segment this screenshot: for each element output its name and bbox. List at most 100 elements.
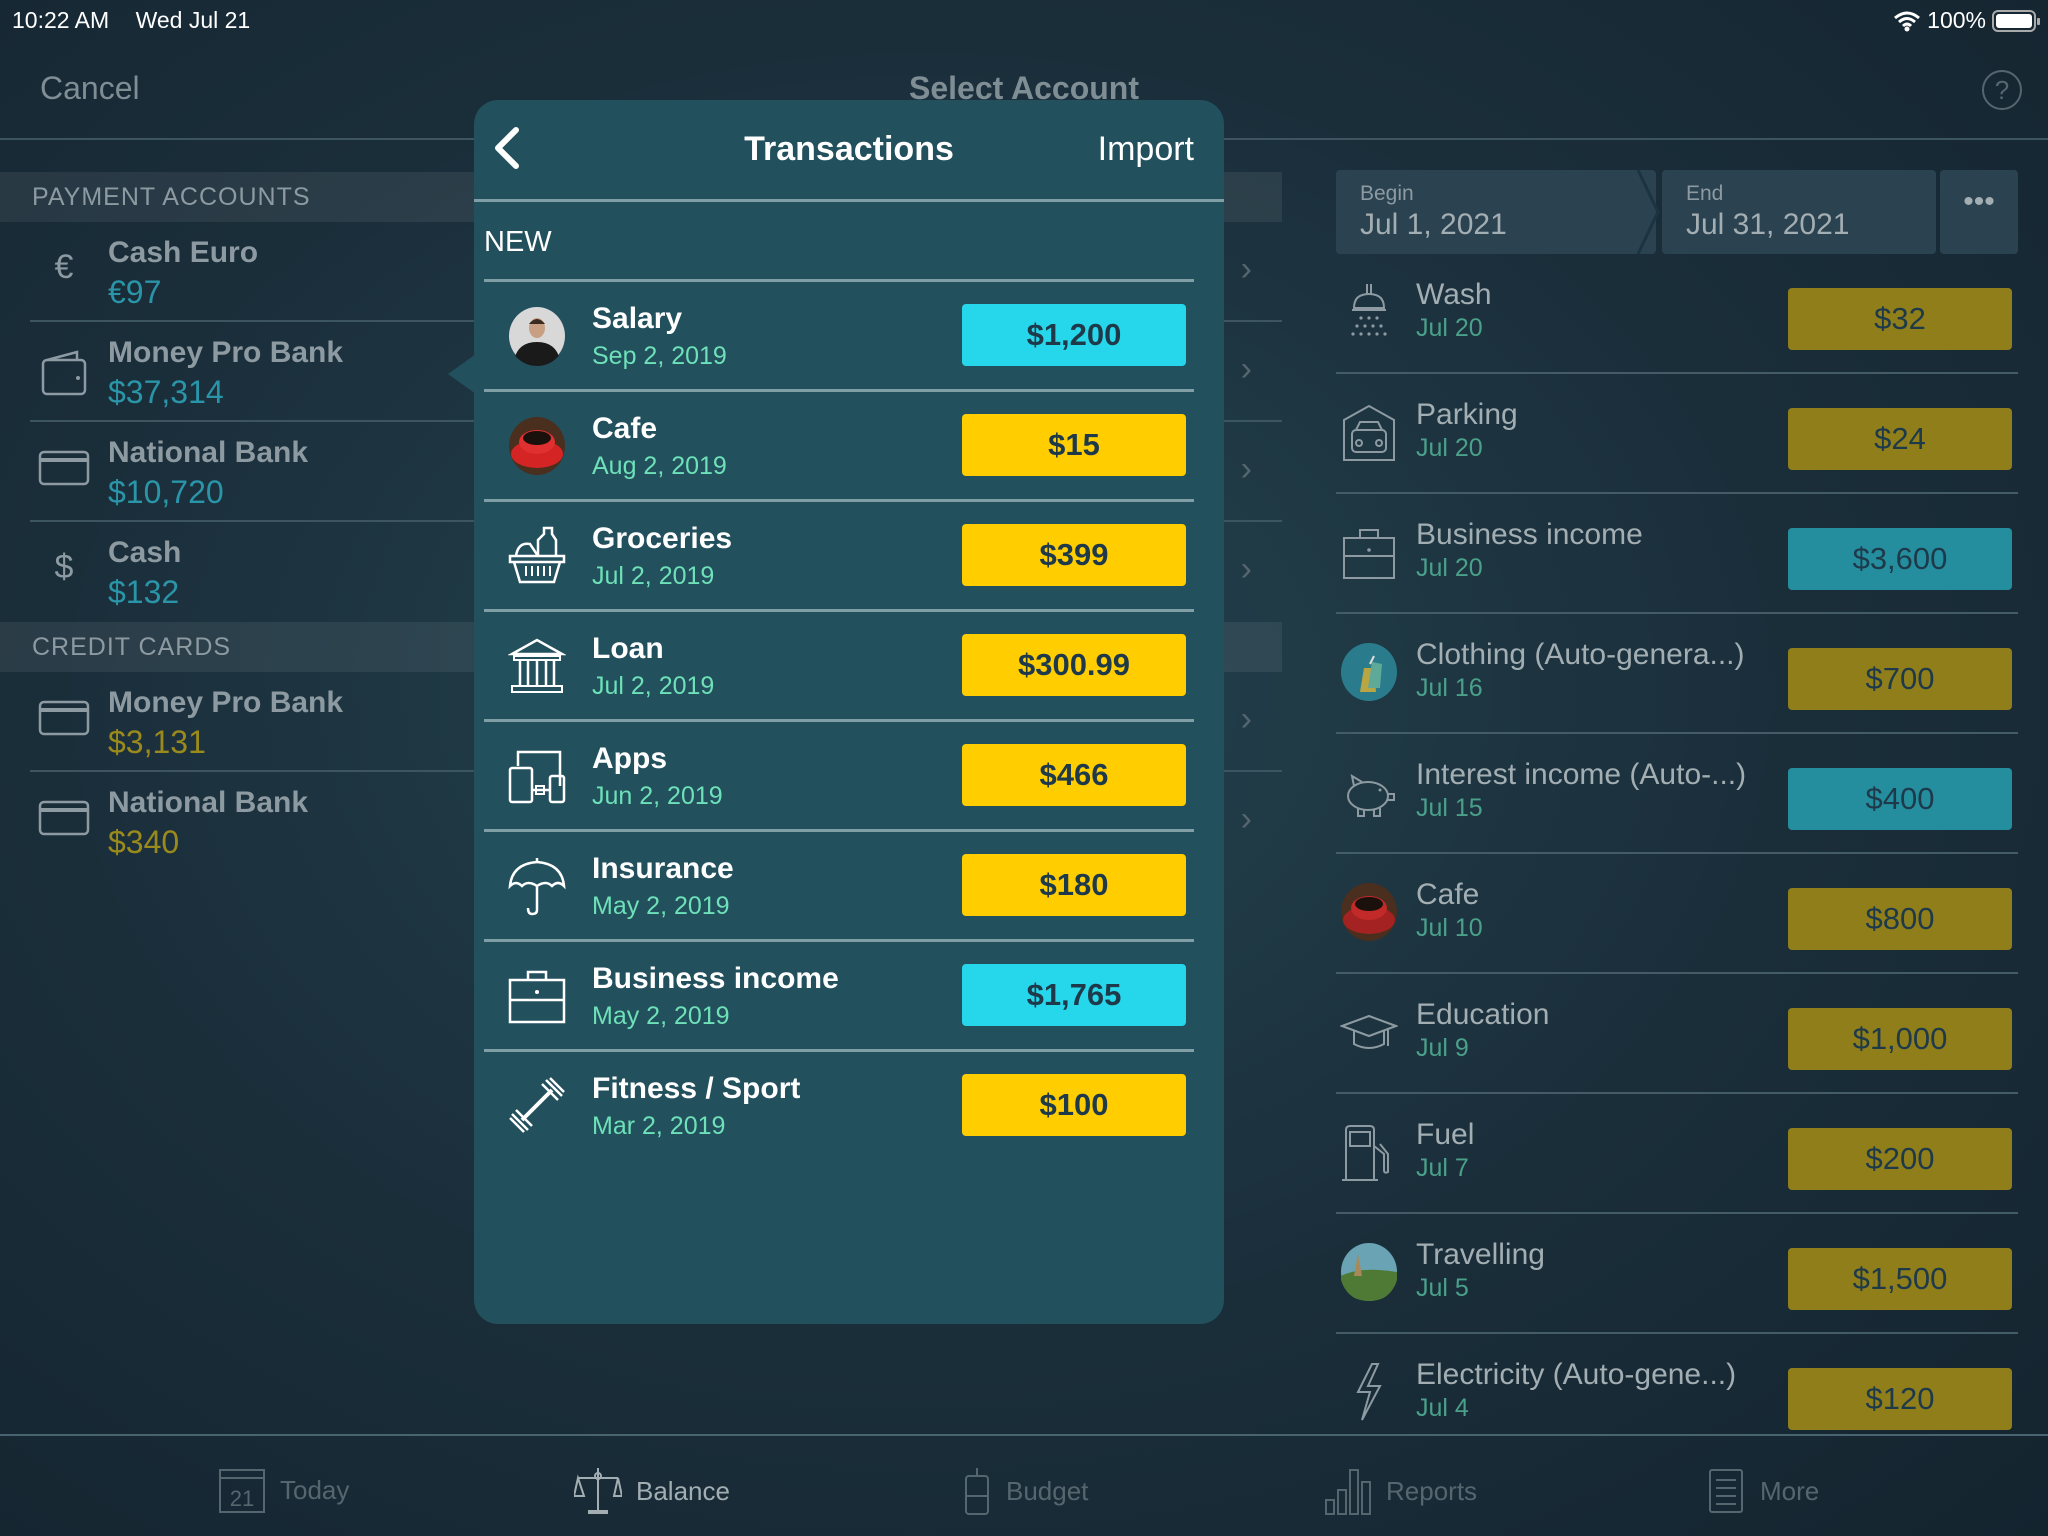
period-end[interactable]: End Jul 31, 2021 [1662, 170, 1936, 254]
transaction-name: Interest income (Auto-...) [1416, 758, 1747, 791]
transaction-amount: $32 [1788, 288, 2012, 350]
account-name: National Bank [108, 786, 309, 819]
coffee-cup-photo [1341, 883, 1397, 941]
chevron-right-icon: › [1240, 450, 1252, 488]
transaction-name: Fitness / Sport [592, 1072, 801, 1105]
transaction-name: Cafe [1416, 878, 1480, 911]
end-label: End [1686, 182, 1724, 205]
transaction-row[interactable]: Wash Jul 20 $32 [1336, 254, 2018, 374]
tab-bar: 21 Today Balance Budget Reports More [0, 1434, 2048, 1536]
transaction-amount: $100 [962, 1074, 1186, 1136]
transaction-amount: $3,600 [1788, 528, 2012, 590]
account-name: National Bank [108, 436, 309, 469]
tab-label: Reports [1386, 1475, 1478, 1506]
transaction-amount: $400 [1788, 768, 2012, 830]
euro-icon: € [54, 248, 74, 286]
transaction-date: Jul 7 [1416, 1154, 1469, 1182]
dollar-icon: $ [54, 548, 74, 586]
transaction-date: Sep 2, 2019 [592, 342, 727, 370]
import-transaction-row[interactable]: Insurance May 2, 2019 $180 [484, 832, 1194, 942]
transaction-name: Education [1416, 998, 1550, 1031]
period-more-button[interactable]: ••• [1940, 170, 2018, 254]
transaction-row[interactable]: Fuel Jul 7 $200 [1336, 1094, 2018, 1214]
account-name: Money Pro Bank [108, 336, 344, 369]
tab-budget[interactable]: Budget [962, 1466, 1088, 1516]
wallet-icon [38, 348, 90, 396]
transaction-name: Travelling [1416, 1238, 1545, 1271]
account-balance: $340 [108, 824, 180, 860]
battery-fill [1996, 13, 2032, 28]
tab-balance[interactable]: Balance [574, 1466, 730, 1516]
transaction-row[interactable]: Parking Jul 20 $24 [1336, 374, 2018, 494]
transaction-name: Apps [592, 742, 667, 775]
transaction-row[interactable]: Travelling Jul 5 $1,500 [1336, 1214, 2018, 1334]
card-icon [38, 448, 90, 496]
bank-building-icon [508, 638, 566, 693]
import-transaction-row[interactable]: Cafe Aug 2, 2019 $15 [484, 392, 1194, 502]
transaction-row[interactable]: Cafe Jul 10 $800 [1336, 854, 2018, 974]
devices-icon [508, 750, 566, 804]
transaction-amount: $300.99 [962, 634, 1186, 696]
list-doc-icon [1709, 1469, 1743, 1513]
dumbbell-icon [509, 1077, 565, 1133]
tab-reports[interactable]: Reports [1324, 1466, 1477, 1516]
import-transaction-row[interactable]: Fitness / Sport Mar 2, 2019 $100 [484, 1052, 1194, 1162]
end-date: Jul 31, 2021 [1686, 208, 1850, 241]
piggy-bank-icon [1347, 773, 1395, 817]
account-balance: $37,314 [108, 374, 224, 410]
bar-chart-icon [1325, 1469, 1371, 1515]
transaction-name: Clothing (Auto-genera...) [1416, 638, 1745, 671]
shower-icon [1351, 284, 1387, 336]
transaction-row[interactable]: Education Jul 9 $1,000 [1336, 974, 2018, 1094]
garage-car-icon [1343, 404, 1395, 461]
transaction-date: Jul 16 [1416, 674, 1483, 702]
account-name: Money Pro Bank [108, 686, 344, 719]
period-begin[interactable]: Begin Jul 1, 2021 [1336, 170, 1656, 254]
briefcase-icon [1343, 529, 1395, 579]
transaction-row[interactable]: Clothing (Auto-genera...) Jul 16 $700 [1336, 614, 2018, 734]
shopping-bags-photo [1341, 643, 1397, 701]
transaction-row[interactable]: Interest income (Auto-...) Jul 15 $400 [1336, 734, 2018, 854]
grocery-basket-icon [508, 526, 566, 584]
transaction-name: Business income [1416, 518, 1643, 551]
account-name: Cash [108, 536, 182, 569]
transaction-amount: $15 [962, 414, 1186, 476]
person-photo [509, 307, 565, 366]
transaction-date: Jul 10 [1416, 914, 1483, 942]
transaction-date: May 2, 2019 [592, 1002, 730, 1030]
battery-percent: 100% [1927, 7, 1986, 33]
transaction-date: Jul 20 [1416, 314, 1483, 342]
transaction-row[interactable]: Business income Jul 20 $3,600 [1336, 494, 2018, 614]
transaction-date: Jul 2, 2019 [592, 672, 715, 700]
help-button[interactable]: ? [1982, 70, 2022, 110]
period-selector: Begin Jul 1, 2021 End Jul 31, 2021 ••• [1336, 170, 2018, 254]
import-transaction-row[interactable]: Apps Jun 2, 2019 $466 [484, 722, 1194, 832]
tab-label: More [1760, 1475, 1820, 1506]
import-transaction-row[interactable]: Salary Sep 2, 2019 $1,200 [484, 282, 1194, 392]
transaction-amount: $700 [1788, 648, 2012, 710]
lightning-icon [1356, 1363, 1382, 1421]
transaction-date: Jul 2, 2019 [592, 562, 715, 590]
chevron-right-icon: › [1240, 550, 1252, 588]
jar-icon [965, 1468, 989, 1515]
import-transaction-row[interactable]: Groceries Jul 2, 2019 $399 [484, 502, 1194, 612]
transaction-name: Electricity (Auto-gene...) [1416, 1358, 1737, 1391]
transaction-date: Jul 5 [1416, 1274, 1469, 1302]
transaction-amount: $200 [1788, 1128, 2012, 1190]
transaction-amount: $1,000 [1788, 1008, 2012, 1070]
transaction-date: Jul 4 [1416, 1394, 1469, 1422]
account-balance: €97 [108, 274, 162, 310]
transactions-popover: Transactions Import NEW Salary Sep 2, 20… [474, 100, 1224, 1324]
begin-date: Jul 1, 2021 [1360, 208, 1507, 241]
import-transaction-row[interactable]: Business income May 2, 2019 $1,765 [484, 942, 1194, 1052]
tab-today[interactable]: 21 Today [218, 1466, 349, 1514]
section-label: NEW [484, 226, 552, 258]
tab-more[interactable]: More [1706, 1466, 1819, 1516]
import-transaction-row[interactable]: Loan Jul 2, 2019 $300.99 [484, 612, 1194, 722]
tab-label: Budget [1006, 1475, 1089, 1506]
chevron-right-icon: › [1240, 250, 1252, 288]
account-name: Cash Euro [108, 236, 259, 269]
import-button[interactable]: Import [1098, 130, 1194, 169]
section-header-new: NEW [484, 202, 1194, 282]
transaction-amount: $399 [962, 524, 1186, 586]
